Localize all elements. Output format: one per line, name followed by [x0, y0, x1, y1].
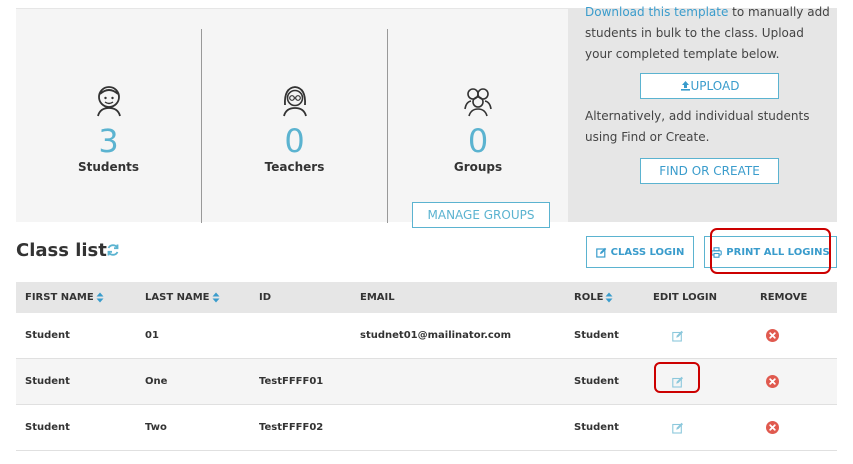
upload-instructions: Download this template to manually add s…	[585, 2, 830, 65]
groups-icon	[464, 88, 492, 117]
edit-icon	[595, 247, 606, 258]
first-name-cell: Student	[25, 330, 70, 341]
role-cell: Student	[574, 330, 619, 341]
remove-icon[interactable]	[766, 329, 779, 342]
first-name-header[interactable]: FIRST NAME	[25, 282, 104, 313]
teacher-icon	[282, 86, 307, 117]
find-or-create-instructions: Alternatively, add individual students u…	[585, 109, 810, 144]
download-template-link[interactable]: Download this template	[585, 5, 728, 19]
teachers-label: Teachers	[264, 160, 325, 174]
students-count: 3	[98, 122, 119, 160]
remove-icon[interactable]	[766, 375, 779, 388]
role-header[interactable]: ROLE	[574, 282, 613, 313]
sort-icon	[605, 292, 613, 302]
student-icon	[96, 86, 121, 117]
last-name-cell: 01	[145, 330, 159, 341]
class-list-table: FIRST NAME LAST NAME ID EMAIL ROLE EDIT …	[16, 282, 837, 452]
edit-login-header: EDIT LOGIN	[653, 292, 717, 303]
last-name-header-label: LAST NAME	[145, 292, 210, 303]
edit-icon[interactable]	[672, 422, 684, 434]
id-header: ID	[259, 292, 272, 303]
teachers-count: 0	[284, 122, 305, 160]
upload-button-label: UPLOAD	[690, 79, 740, 93]
students-label: Students	[77, 160, 140, 174]
print-logins-highlight	[710, 228, 831, 274]
teachers-stat: 0 Teachers	[202, 29, 388, 223]
class-stats-panel: 3 Students 0 Teachers 0 Groups MANAGE GR…	[16, 8, 568, 228]
email-cell: studnet01@mailinator.com	[360, 330, 512, 341]
role-header-label: ROLE	[574, 292, 604, 303]
class-login-label: CLASS LOGIN	[610, 246, 685, 258]
table-header: FIRST NAME LAST NAME ID EMAIL ROLE EDIT …	[16, 282, 837, 313]
manage-groups-button[interactable]: MANAGE GROUPS	[412, 202, 550, 228]
find-or-create-button[interactable]: FIND OR CREATE	[640, 158, 779, 184]
last-name-header[interactable]: LAST NAME	[145, 282, 220, 313]
id-cell: TestFFFF02	[259, 422, 324, 433]
remove-header: REMOVE	[760, 292, 808, 303]
role-cell: Student	[574, 376, 619, 387]
sort-icon	[212, 292, 220, 302]
first-name-header-label: FIRST NAME	[25, 292, 94, 303]
class-list-title: Class list	[16, 240, 107, 261]
remove-icon[interactable]	[766, 421, 779, 434]
first-name-cell: Student	[25, 376, 70, 387]
upload-icon	[680, 81, 690, 91]
last-name-cell: One	[145, 376, 168, 387]
table-row: Student One TestFFFF01 Student	[16, 359, 837, 405]
groups-label: Groups	[453, 160, 503, 174]
refresh-icon[interactable]	[106, 243, 120, 257]
sort-icon	[96, 292, 104, 302]
table-row: Student 01 studnet01@mailinator.com Stud…	[16, 313, 837, 359]
last-name-cell: Two	[145, 422, 167, 433]
groups-stat: 0 Groups MANAGE GROUPS	[388, 29, 568, 228]
first-name-cell: Student	[25, 422, 70, 433]
role-cell: Student	[574, 422, 619, 433]
table-row: Student Two TestFFFF02 Student	[16, 405, 837, 451]
students-stat: 3 Students	[16, 29, 202, 223]
edit-icon[interactable]	[672, 330, 684, 342]
email-header: EMAIL	[360, 292, 395, 303]
id-cell: TestFFFF01	[259, 376, 324, 387]
class-login-button[interactable]: CLASS LOGIN	[586, 236, 694, 268]
groups-count: 0	[467, 122, 489, 160]
upload-button[interactable]: UPLOAD	[640, 73, 779, 99]
bulk-upload-panel: Download this template to manually add s…	[568, 5, 837, 222]
edit-login-highlight	[654, 362, 700, 393]
